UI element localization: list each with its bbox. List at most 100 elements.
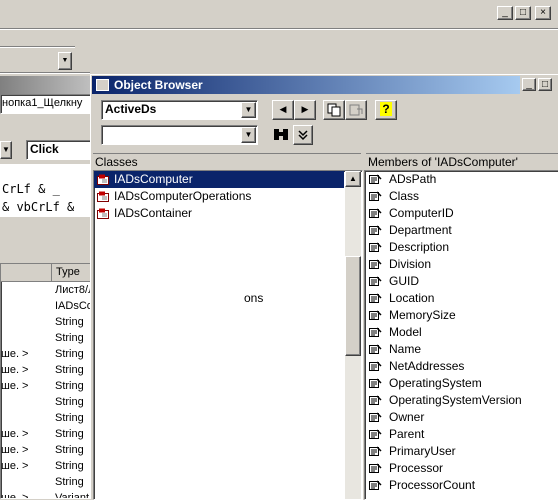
member-list-item[interactable]: GUID xyxy=(365,273,558,290)
ob-minimize-button[interactable]: _ xyxy=(522,78,536,91)
property-icon xyxy=(369,242,382,252)
property-icon xyxy=(369,174,382,184)
member-list-item-label: GUID xyxy=(389,274,419,288)
binoculars-icon xyxy=(274,129,288,140)
object-combo-arrow[interactable]: ▼ xyxy=(0,141,12,159)
property-type: String xyxy=(55,460,84,472)
member-list-item[interactable]: Parent xyxy=(365,426,558,443)
property-icon xyxy=(369,259,382,269)
property-type: String xyxy=(55,396,84,408)
copy-button[interactable] xyxy=(323,100,345,120)
close-button[interactable]: × xyxy=(535,6,551,20)
property-icon xyxy=(369,395,382,405)
property-icon xyxy=(369,293,382,303)
class-icon xyxy=(97,174,109,185)
code-line: CrLf & _ xyxy=(2,182,60,196)
minimize-button[interactable]: _ xyxy=(497,6,513,20)
property-type: String xyxy=(55,380,84,392)
procedure-combo[interactable]: Click xyxy=(26,140,92,160)
member-list-item[interactable]: Owner xyxy=(365,409,558,426)
members-list[interactable]: ADsPath Class ComputerID Department Descript… xyxy=(364,170,558,500)
members-items: ADsPath Class ComputerID Department Descript… xyxy=(365,171,558,494)
class-list-item[interactable]: IADsComputer xyxy=(94,171,344,188)
toolbar-separator-2 xyxy=(0,46,75,48)
member-list-item-label: MemorySize xyxy=(389,308,456,322)
property-icon xyxy=(369,191,382,201)
code-line: & vbCrLf & xyxy=(2,200,75,214)
member-list-item[interactable]: ProcessorCount xyxy=(365,477,558,494)
back-button[interactable]: ◀ xyxy=(272,100,294,120)
view-definition-button[interactable] xyxy=(345,100,367,120)
double-chevron-down-icon xyxy=(298,130,308,141)
member-list-item-label: PrimaryUser xyxy=(389,444,456,458)
ob-maximize-button[interactable]: □ xyxy=(538,78,552,91)
property-icon xyxy=(369,446,382,456)
property-name: ше. > xyxy=(1,492,29,499)
classes-scroll-up-button[interactable]: ▲ xyxy=(345,171,361,187)
member-list-item[interactable]: Name xyxy=(365,341,558,358)
search-button[interactable] xyxy=(271,125,291,145)
property-name: ше. > xyxy=(1,348,29,360)
column-header-type[interactable]: Type xyxy=(56,266,80,278)
members-header: Members of 'IADsComputer' xyxy=(366,153,558,170)
classes-vscroll[interactable]: ▲ xyxy=(345,171,361,499)
member-list-item[interactable]: OperatingSystemVersion xyxy=(365,392,558,409)
member-list-item[interactable]: NetAddresses xyxy=(365,358,558,375)
class-list-item[interactable]: IADsComputerOperations xyxy=(94,188,344,205)
member-list-item-label: Description xyxy=(389,240,450,254)
procedure-tab[interactable]: нопка1_Щелкну xyxy=(0,94,92,114)
property-name: ше. > xyxy=(1,460,29,472)
view-definition-icon xyxy=(349,104,363,116)
search-combo-arrow[interactable]: ▼ xyxy=(241,127,256,143)
member-list-item[interactable]: Department xyxy=(365,222,558,239)
class-list-item-label: IADsComputer xyxy=(114,172,193,186)
help-button[interactable]: ? xyxy=(375,100,397,120)
member-list-item-label: Division xyxy=(389,257,432,271)
toolbar-dropdown-arrow[interactable]: ▼ xyxy=(58,52,72,70)
property-type: String xyxy=(55,316,84,328)
property-icon xyxy=(369,480,382,490)
maximize-button[interactable]: □ xyxy=(515,6,531,20)
library-combo[interactable]: ActiveDs ▼ xyxy=(101,100,258,120)
toggle-search-results-button[interactable] xyxy=(293,125,313,145)
forward-button[interactable]: ▶ xyxy=(294,100,316,120)
property-icon xyxy=(369,344,382,354)
property-icon xyxy=(369,225,382,235)
object-browser-title: Object Browser xyxy=(114,78,203,92)
class-icon xyxy=(97,208,109,219)
classes-items: IADsComputer IADsComputerOperations IADsCo… xyxy=(94,171,344,222)
property-icon xyxy=(369,208,382,218)
member-list-item[interactable]: PrimaryUser xyxy=(365,443,558,460)
member-list-item-label: ADsPath xyxy=(389,172,437,186)
member-list-item[interactable]: OperatingSystem xyxy=(365,375,558,392)
property-type: String xyxy=(55,444,84,456)
member-list-item-label: OperatingSystemVersion xyxy=(389,393,522,407)
library-combo-value: ActiveDs xyxy=(105,102,157,116)
member-list-item[interactable]: ComputerID xyxy=(365,205,558,222)
object-browser-titlebar[interactable]: Object Browser xyxy=(92,76,520,94)
library-combo-arrow[interactable]: ▼ xyxy=(241,102,256,118)
member-list-item[interactable]: Description xyxy=(365,239,558,256)
search-combo[interactable]: ▼ xyxy=(101,125,258,145)
copy-icon xyxy=(327,103,341,117)
property-type: String xyxy=(55,476,84,488)
member-list-item[interactable]: Class xyxy=(365,188,558,205)
member-list-item[interactable]: MemorySize xyxy=(365,307,558,324)
member-list-item-label: Department xyxy=(389,223,452,237)
member-list-item[interactable]: Model xyxy=(365,324,558,341)
column-divider xyxy=(51,264,52,282)
member-list-item-label: Model xyxy=(389,325,422,339)
member-list-item[interactable]: ADsPath xyxy=(365,171,558,188)
classes-list[interactable]: IADsComputer IADsComputerOperations IADsCo… xyxy=(93,170,363,500)
toolbar-bottom-line xyxy=(0,72,90,74)
property-type: String xyxy=(55,348,84,360)
member-list-item[interactable]: Location xyxy=(365,290,558,307)
class-list-item[interactable]: IADsContainer xyxy=(94,205,344,222)
code-editor[interactable]: CrLf & _ & vbCrLf & xyxy=(0,164,92,224)
property-type: String xyxy=(55,428,84,440)
classes-scroll-thumb[interactable] xyxy=(345,256,361,356)
property-icon xyxy=(369,463,382,473)
member-list-item[interactable]: Processor xyxy=(365,460,558,477)
member-list-item[interactable]: Division xyxy=(365,256,558,273)
member-list-item-label: OperatingSystem xyxy=(389,376,482,390)
